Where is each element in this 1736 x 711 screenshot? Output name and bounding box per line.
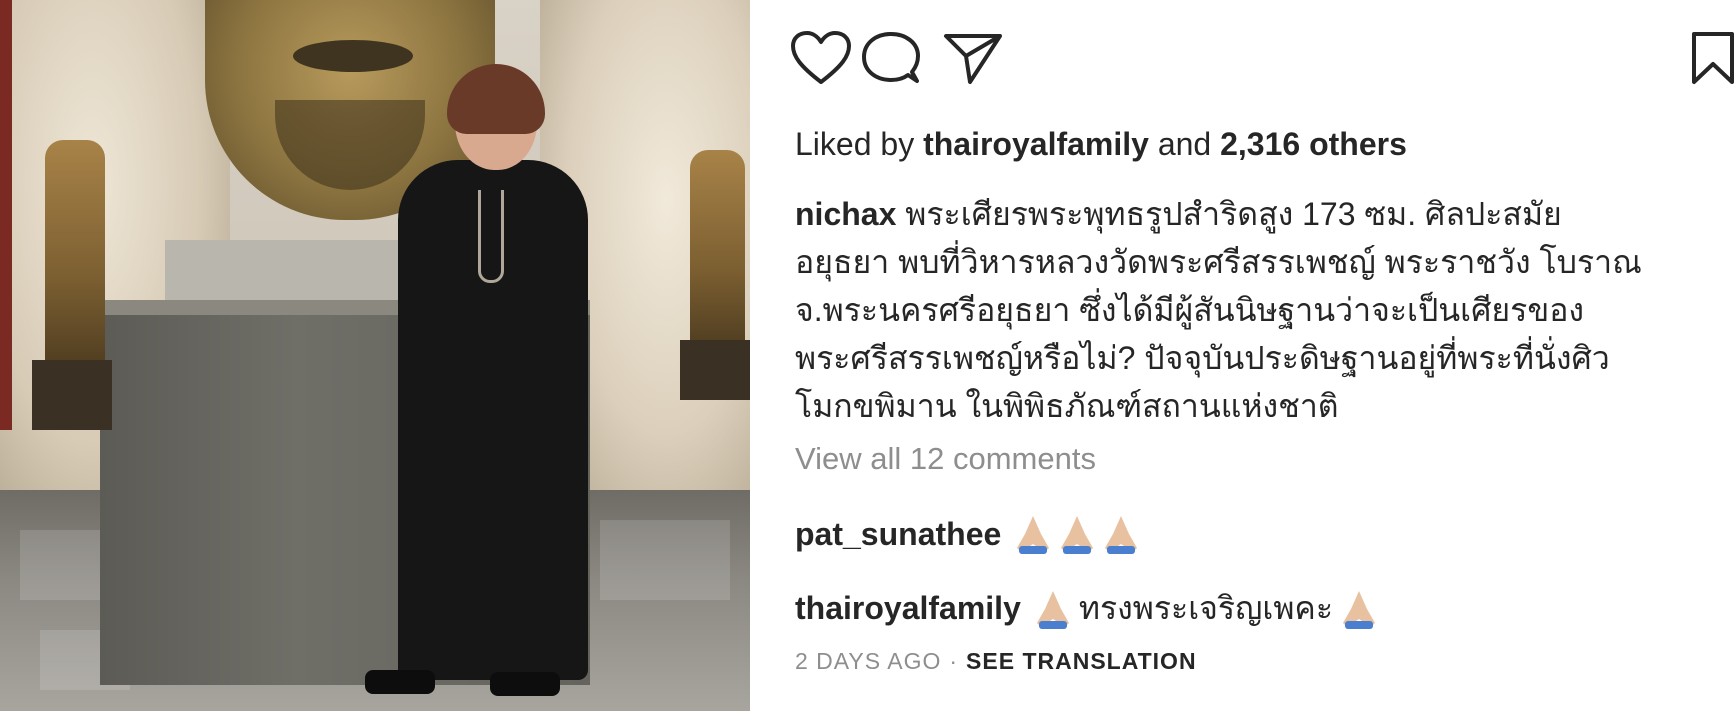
standing-statue-right [690, 150, 745, 350]
likes-others-link[interactable]: 2,316 others [1220, 126, 1407, 162]
folded-hands-icon [1036, 590, 1069, 629]
comment-bubble-icon[interactable] [860, 30, 922, 88]
shoe-left [365, 670, 435, 694]
post-details-panel: Liked by thairoyalfamily and 2,316 other… [750, 0, 1736, 711]
person-necklace [478, 190, 504, 283]
caption-line-3: จ.พระนครศรีอยุธยา ซึ่งได้มีผู้สันนิษฐานว… [795, 292, 1585, 328]
caption-line-4: พระศรีสรรเพชญ์หรือไม่? ปัจจุบันประดิษฐาน… [795, 340, 1610, 376]
folded-hands-icon [1105, 516, 1138, 554]
likes-summary[interactable]: Liked by thairoyalfamily and 2,316 other… [795, 126, 1407, 163]
folded-hands-icon [1343, 590, 1375, 629]
comment-username[interactable]: pat_sunathee [795, 516, 1001, 553]
bookmark-icon[interactable] [1690, 30, 1736, 86]
folded-hands-icon [1061, 516, 1094, 554]
comment-username[interactable]: thairoyalfamily [795, 590, 1021, 627]
statue-base-right [680, 340, 750, 400]
paper-plane-icon[interactable] [942, 30, 1004, 88]
shoe-right [490, 672, 560, 696]
photo-red-edge [0, 0, 12, 430]
post-footer: 2 DAYS AGO · SEE TRANSLATION [795, 648, 1197, 675]
action-bar [790, 30, 1734, 100]
likes-prefix: Liked by [795, 126, 915, 162]
comment-row: thairoyalfamily ทรงพระเจริญเพคะ [795, 583, 1381, 634]
caption-username[interactable]: nichax [795, 196, 896, 232]
post-photo[interactable] [0, 0, 750, 711]
post-timestamp: 2 DAYS AGO [795, 648, 942, 674]
view-all-comments-link[interactable]: View all 12 comments [795, 441, 1096, 477]
caption-line-5: โมกขพิมาน ในพิพิธภัณฑ์สถานแห่งชาติ [795, 388, 1339, 424]
footer-separator: · [949, 648, 959, 674]
heart-icon[interactable] [790, 30, 852, 86]
statue-base-left [32, 360, 112, 430]
comment-text: ทรงพระเจริญเพคะ [1078, 590, 1333, 626]
folded-hands-icon [1017, 516, 1050, 554]
likes-joiner: and [1157, 126, 1212, 162]
caption-line-2: อยุธยา พบที่วิหารหลวงวัดพระศรีสรรเพชญ์ พ… [795, 244, 1642, 280]
see-translation-link[interactable]: SEE TRANSLATION [966, 648, 1197, 674]
likes-user-link[interactable]: thairoyalfamily [923, 126, 1149, 162]
post-caption: nichax พระเศียรพระพุทธรูปสำริดสูง 173 ซม… [795, 190, 1705, 430]
caption-line-1: พระเศียรพระพุทธรูปสำริดสูง 173 ซม. ศิลปะ… [905, 196, 1562, 232]
comment-row: pat_sunathee [795, 512, 1143, 556]
standing-statue-left [45, 140, 105, 370]
